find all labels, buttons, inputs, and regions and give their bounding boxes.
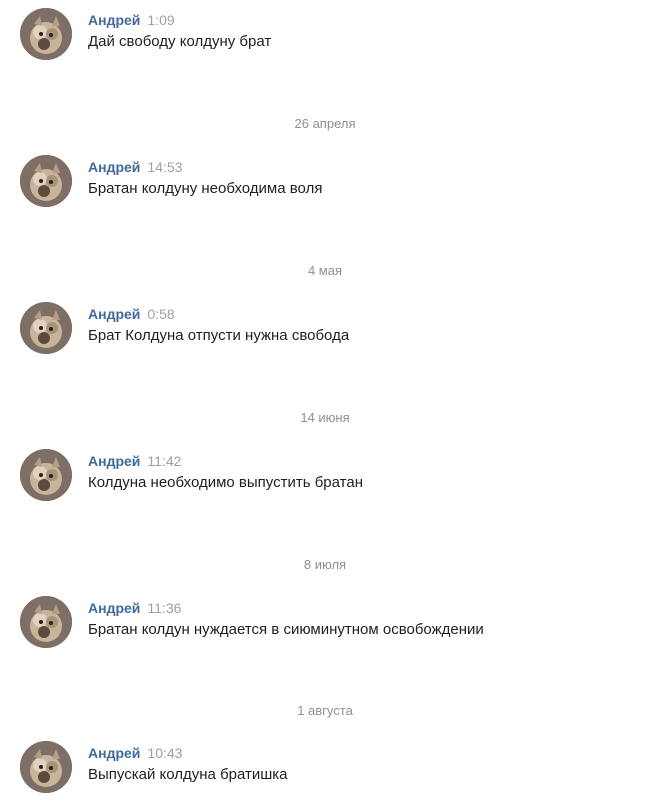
- avatar[interactable]: [20, 302, 72, 354]
- date-separator: 4 мая: [307, 263, 343, 278]
- message-text: Братан колдуну необходима воля: [88, 180, 323, 197]
- message-meta: Андрей 0:58: [88, 306, 175, 322]
- message-meta: Андрей 1:09: [88, 12, 175, 28]
- message-meta: Андрей 11:42: [88, 453, 181, 469]
- cat-avatar-icon: [20, 741, 72, 793]
- message-text: Выпускай колдуна братишка: [88, 766, 288, 783]
- author-name[interactable]: Андрей: [88, 745, 140, 761]
- avatar[interactable]: [20, 596, 72, 648]
- message-time: 0:58: [147, 306, 175, 322]
- message-item: Андрей 14:53 Братан колдуну необходима во…: [20, 155, 620, 215]
- avatar[interactable]: [20, 8, 72, 60]
- date-separator: 1 августа: [297, 703, 353, 718]
- cat-avatar-icon: [20, 8, 72, 60]
- cat-avatar-icon: [20, 155, 72, 207]
- message-feed: Андрей 1:09 Дай свободу колдуну брат 26 а…: [0, 0, 650, 800]
- message-time: 11:42: [147, 453, 182, 469]
- message-time: 11:36: [147, 600, 182, 616]
- cat-avatar-icon: [20, 449, 72, 501]
- avatar[interactable]: [20, 741, 72, 793]
- avatar[interactable]: [20, 155, 72, 207]
- author-name[interactable]: Андрей: [88, 453, 140, 469]
- message-text: Дай свободу колдуну брат: [88, 33, 272, 50]
- message-time: 1:09: [147, 12, 175, 28]
- message-meta: Андрей 10:43: [88, 745, 182, 761]
- author-name[interactable]: Андрей: [88, 600, 140, 616]
- message-time: 14:53: [147, 159, 183, 175]
- message-item: Андрей 11:36 Братан колдун нуждается в си…: [20, 596, 620, 656]
- avatar[interactable]: [20, 449, 72, 501]
- cat-avatar-icon: [20, 596, 72, 648]
- date-separator: 8 июля: [303, 557, 347, 572]
- message-item: Андрей 11:42 Колдуна необходимо выпустить…: [20, 449, 620, 509]
- author-name[interactable]: Андрей: [88, 159, 140, 175]
- message-item: Андрей 10:43 Выпускай колдуна братишка: [20, 741, 620, 800]
- cat-avatar-icon: [20, 302, 72, 354]
- message-item: Андрей 1:09 Дай свободу колдуну брат: [20, 8, 620, 68]
- author-name[interactable]: Андрей: [88, 12, 140, 28]
- date-separator: 14 июня: [300, 410, 350, 425]
- message-meta: Андрей 11:36: [88, 600, 181, 616]
- date-separator: 26 апреля: [294, 116, 356, 131]
- message-meta: Андрей 14:53: [88, 159, 182, 175]
- message-item: Андрей 0:58 Брат Колдуна отпусти нужна св…: [20, 302, 620, 362]
- message-text: Брат Колдуна отпусти нужна свобода: [88, 327, 350, 344]
- message-text: Братан колдун нуждается в сиюминутном ос…: [88, 621, 484, 638]
- message-time: 10:43: [147, 745, 183, 761]
- author-name[interactable]: Андрей: [88, 306, 140, 322]
- message-text: Колдуна необходимо выпустить братан: [88, 474, 363, 491]
